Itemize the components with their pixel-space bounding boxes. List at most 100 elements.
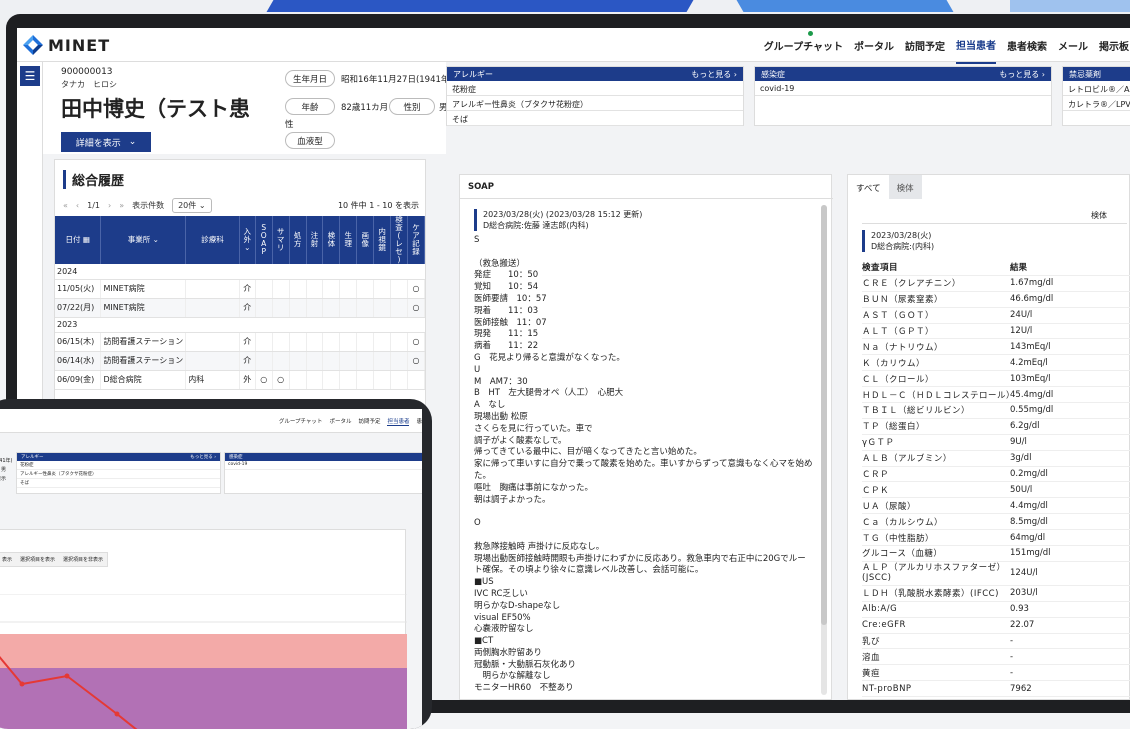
blood-type-label: 血液型	[285, 132, 335, 149]
year-label: 2023	[55, 317, 425, 332]
lab-row: 乳び-	[862, 634, 1130, 650]
tablet-nav: グループチャットポータル訪問予定担当患者患	[279, 417, 422, 426]
pager-next-icon[interactable]: ›	[108, 201, 111, 210]
birth-label: 生年月日	[285, 70, 335, 87]
history-col-0[interactable]: 日付 ▦	[55, 216, 101, 264]
contra-title: 禁忌薬剤	[1069, 69, 1101, 80]
lab-item: ＴＧ（中性脂肪）	[862, 532, 1010, 544]
history-col-1[interactable]: 事業所 ⌄	[101, 216, 186, 264]
history-cell	[186, 298, 240, 317]
soap-entry-header: 2023/03/28(火) (2023/03/28 15:12 更新) D総合病…	[474, 209, 642, 231]
tablet-allergy-more[interactable]: もっと見る ›	[190, 454, 216, 460]
lab-item: Ｃａ（カルシウム）	[862, 516, 1010, 528]
tablet-nav-tab-0[interactable]: グループチャット	[279, 417, 323, 426]
allergy-panel: アレルギー もっと見る › 花粉症アレルギー性鼻炎（ブタクサ花粉症）そば	[446, 66, 744, 126]
lab-row: 溶血-	[862, 649, 1130, 665]
tablet-chart-panel: 表示 選択項目を表示 選択項目を非表示	[0, 529, 406, 729]
history-col-5: サ マ リ	[272, 216, 289, 264]
history-cell	[391, 279, 408, 298]
history-cell	[357, 332, 374, 351]
history-cell	[255, 298, 272, 317]
lab-item: ＴＰ（総蛋白）	[862, 420, 1010, 432]
lab-item: Ｎａ（ナトリウム）	[862, 341, 1010, 353]
table-row[interactable]: 06/09(金)D総合病院内科外○○	[55, 370, 425, 389]
nav-tab-6[interactable]: 掲示板	[1099, 28, 1129, 63]
tablet-patient-fragment: 941年) 男表示	[0, 457, 13, 484]
pager-last-icon[interactable]: »	[119, 201, 124, 210]
lab-result: 64mg/dl	[1010, 533, 1045, 543]
tablet-chart-buttons: 表示 選択項目を表示 選択項目を非表示	[0, 552, 108, 567]
history-cell	[306, 279, 323, 298]
nav-tab-5[interactable]: メール	[1058, 28, 1088, 63]
table-row[interactable]: 07/22(月)MINET病院介○	[55, 298, 425, 317]
soap-scroll-thumb[interactable]	[821, 205, 827, 625]
lab-result: 9U/l	[1010, 437, 1027, 447]
lab-result: 0.2mg/dl	[1010, 469, 1048, 479]
tab-all[interactable]: すべて	[848, 175, 889, 199]
history-cell: 06/15(木)	[55, 332, 101, 351]
lab-col-result: 結果	[1010, 261, 1027, 273]
tablet-chart-button[interactable]: 選択項目を非表示	[63, 556, 103, 563]
table-row[interactable]: 06/15(木)訪問看護ステーション介○	[55, 332, 425, 351]
show-detail-label: 詳細を表示	[76, 136, 121, 149]
lab-table: 検査項目 結果 ＣＲＥ（クレアチニン）1.67mg/dlＢＵＮ（尿素窒素）46.…	[862, 260, 1130, 700]
history-cell	[306, 332, 323, 351]
history-cell	[357, 279, 374, 298]
lab-row: ＬＤＨ（乳酸脱水素酵素）(IFCC)203U/l	[862, 586, 1130, 602]
table-row[interactable]: 06/14(水)訪問看護ステーション介○	[55, 351, 425, 370]
lab-table-header: 検査項目 結果	[862, 260, 1130, 276]
notification-dot	[808, 31, 813, 36]
year-row: 2024	[55, 264, 425, 279]
history-col-7: 注 射	[306, 216, 323, 264]
allergy-more-link[interactable]: もっと見る ›	[691, 69, 737, 80]
tablet-nav-tab-2[interactable]: 訪問予定	[358, 417, 380, 426]
nav-tab-2[interactable]: 訪問予定	[905, 28, 945, 63]
tab-specimen[interactable]: 検体	[889, 175, 922, 199]
lab-result: 45.4mg/dl	[1010, 390, 1053, 400]
lab-result: 46.6mg/dl	[1010, 294, 1053, 304]
tablet-allergy-item-2: そば	[17, 479, 220, 488]
history-cell: 訪問看護ステーション	[101, 351, 186, 370]
tablet-chart-button[interactable]: 表示	[2, 556, 12, 563]
logo[interactable]: MINET	[23, 34, 110, 56]
menu-toggle-button[interactable]: ☰	[20, 66, 40, 86]
contra-item-1: カレトラ®／LPV/R	[1063, 96, 1130, 111]
lab-result: 124U/l	[1010, 568, 1038, 578]
tablet-nav-tab-1[interactable]: ポータル	[329, 417, 351, 426]
per-page-select[interactable]: 20件 ⌄	[172, 198, 211, 213]
pager-first-icon[interactable]: «	[63, 201, 68, 210]
lab-row: NT-proBNP7962	[862, 681, 1130, 697]
lab-row: ＨＤＬ－Ｃ（ＨＤＬコレステロール）45.4mg/dl	[862, 387, 1130, 403]
history-cell	[323, 351, 340, 370]
history-cell: 外	[239, 370, 255, 389]
lab-row: Cre:eGFR22.07	[862, 618, 1130, 634]
pager-prev-icon[interactable]: ‹	[76, 201, 79, 210]
history-cell	[306, 370, 323, 389]
nav-tab-1[interactable]: ポータル	[854, 28, 894, 63]
show-detail-button[interactable]: 詳細を表示 ⌄	[61, 132, 151, 152]
lab-result: 103mEq/l	[1010, 374, 1051, 384]
history-cell: ○	[407, 332, 424, 351]
table-row[interactable]: 11/05(火)MINET病院介○	[55, 279, 425, 298]
infection-more-link[interactable]: もっと見る ›	[999, 69, 1045, 80]
nav-tab-4[interactable]: 患者検索	[1007, 28, 1047, 63]
birth-value: 昭和16年11月27日(1941年)	[341, 73, 453, 85]
history-cell: 介	[239, 332, 255, 351]
tab-soap[interactable]: SOAP	[460, 175, 833, 199]
lab-row: ＡＳＴ（ＧＯＴ）24U/l	[862, 308, 1130, 324]
tablet-chart-button[interactable]: 選択項目を表示	[20, 556, 55, 563]
history-col-2[interactable]: 診療科	[186, 216, 240, 264]
background-decoration	[1010, 0, 1130, 12]
lab-date: 2023/03/28(火)	[871, 230, 934, 241]
nav-tab-0[interactable]: グループチャット	[764, 28, 843, 63]
lab-row: ＡＬＢ（アルブミン）3g/dl	[862, 451, 1130, 467]
lab-row: グルコース（血糖）151mg/dl	[862, 546, 1130, 562]
tablet-nav-tab-4[interactable]: 患	[416, 417, 422, 426]
lab-col-item: 検査項目	[862, 261, 1010, 273]
history-cell: ○	[255, 370, 272, 389]
soap-scrollbar[interactable]	[821, 205, 827, 695]
lab-item: ＡＳＴ（ＧＯＴ）	[862, 309, 1010, 321]
lab-result: 6.2g/dl	[1010, 421, 1040, 431]
tablet-nav-tab-3[interactable]: 担当患者	[387, 417, 409, 426]
nav-tab-3[interactable]: 担当患者	[956, 28, 996, 64]
